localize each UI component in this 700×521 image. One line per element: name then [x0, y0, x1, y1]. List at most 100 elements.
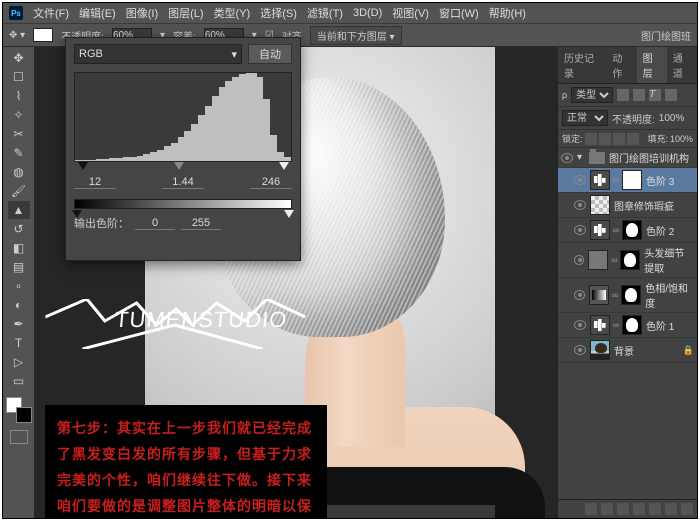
brush-tool-icon[interactable]: 🖌	[8, 182, 30, 200]
levels-panel[interactable]: RGB▾ 自动 输出色阶：	[65, 37, 301, 261]
wand-tool-icon[interactable]: ✧	[8, 106, 30, 124]
menu-edit[interactable]: 编辑(E)	[79, 5, 116, 21]
gamma-slider[interactable]	[174, 162, 184, 170]
layer-name[interactable]: 头发细节提取	[644, 245, 694, 275]
layer-row[interactable]: ∞ 色阶 2	[558, 218, 697, 243]
output-black-field[interactable]	[135, 217, 175, 230]
tab-channels[interactable]: 通道	[667, 47, 697, 83]
layer-name[interactable]: 色阶 1	[646, 318, 674, 333]
link-icon[interactable]: ∞	[612, 320, 620, 330]
link-icon[interactable]: ∞	[611, 290, 619, 300]
output-black-slider[interactable]	[72, 210, 82, 218]
tab-actions[interactable]: 动作	[606, 47, 636, 83]
fill-value[interactable]: 100%	[670, 134, 693, 144]
menu-type[interactable]: 类型(Y)	[214, 5, 251, 21]
eraser-tool-icon[interactable]: ◧	[8, 239, 30, 257]
menu-view[interactable]: 视图(V)	[392, 5, 429, 21]
layer-row[interactable]: 背景 🔒	[558, 338, 697, 363]
tab-history[interactable]: 历史记录	[558, 47, 606, 83]
visibility-icon[interactable]	[574, 255, 584, 265]
quickmask-icon[interactable]	[10, 430, 28, 444]
shape-tool-icon[interactable]: ▭	[8, 372, 30, 390]
tab-layers[interactable]: 图层	[637, 47, 667, 83]
blend-mode-select[interactable]: 正常	[562, 110, 608, 126]
layer-thumb[interactable]	[590, 340, 610, 360]
menu-3d[interactable]: 3D(D)	[353, 7, 382, 19]
marquee-tool-icon[interactable]: ☐	[8, 68, 30, 86]
link-layers-icon[interactable]	[585, 503, 597, 515]
white-point-slider[interactable]	[279, 162, 289, 170]
gradient-tool-icon[interactable]: ▤	[8, 258, 30, 276]
layer-name[interactable]: 图章修饰瑕疵	[614, 198, 674, 213]
input-white-field[interactable]	[250, 176, 292, 189]
layer-group[interactable]: ▾ 图门绘图培训机构	[558, 148, 697, 168]
adjustment-thumb-icon[interactable]	[590, 170, 610, 190]
layer-name[interactable]: 色阶 3	[646, 173, 674, 188]
group-name[interactable]: 图门绘图培训机构	[609, 150, 689, 165]
menu-filter[interactable]: 滤镜(T)	[307, 5, 343, 21]
visibility-icon[interactable]	[574, 200, 586, 210]
visibility-icon[interactable]	[574, 320, 586, 330]
lock-all-icon[interactable]	[627, 133, 639, 145]
layer-thumb[interactable]	[590, 195, 610, 215]
channel-select[interactable]: RGB▾	[74, 44, 242, 64]
mask-thumb[interactable]	[622, 170, 642, 190]
tool-preset-icon[interactable]: ✥ ▾	[9, 30, 25, 41]
filter-pixel-icon[interactable]	[617, 89, 629, 101]
group-icon[interactable]	[649, 503, 661, 515]
layer-row[interactable]: ∞ 色阶 3	[558, 168, 697, 193]
menu-file[interactable]: 文件(F)	[33, 5, 69, 21]
layer-thumb[interactable]	[588, 250, 608, 270]
mask-thumb[interactable]	[620, 250, 640, 270]
lasso-tool-icon[interactable]: ⌇	[8, 87, 30, 105]
layer-row[interactable]: ∞ 色相/饱和度	[558, 278, 697, 313]
layer-filter-kind[interactable]: 类型	[571, 87, 613, 103]
adjustment-thumb-icon[interactable]	[589, 285, 609, 305]
move-tool-icon[interactable]: ✥	[8, 49, 30, 67]
filter-adj-icon[interactable]	[633, 89, 645, 101]
link-icon[interactable]: ∞	[612, 225, 620, 235]
menu-layer[interactable]: 图层(L)	[168, 5, 203, 21]
workspace-label[interactable]: 图门绘图班	[641, 28, 691, 43]
adjustment-thumb-icon[interactable]	[590, 315, 610, 335]
new-layer-icon[interactable]	[665, 503, 677, 515]
filter-type-icon[interactable]: T	[649, 89, 661, 101]
background-color[interactable]	[16, 407, 32, 423]
mask-thumb[interactable]	[622, 315, 642, 335]
layer-row[interactable]: ∞ 头发细节提取	[558, 243, 697, 278]
adjustment-icon[interactable]	[633, 503, 645, 515]
lock-trans-icon[interactable]	[585, 133, 597, 145]
lock-pos-icon[interactable]	[613, 133, 625, 145]
mask-thumb[interactable]	[622, 220, 642, 240]
lock-pixel-icon[interactable]	[599, 133, 611, 145]
crop-tool-icon[interactable]: ✂	[8, 125, 30, 143]
menu-select[interactable]: 选择(S)	[260, 5, 297, 21]
layer-name[interactable]: 背景	[614, 343, 634, 358]
filter-shape-icon[interactable]	[665, 89, 677, 101]
heal-tool-icon[interactable]: ◍	[8, 163, 30, 181]
stamp-tool-icon[interactable]: ▲	[8, 201, 30, 219]
eyedropper-tool-icon[interactable]: ✎	[8, 144, 30, 162]
layer-opacity-value[interactable]: 100%	[659, 113, 685, 124]
menu-image[interactable]: 图像(I)	[126, 5, 158, 21]
visibility-icon[interactable]	[574, 345, 586, 355]
dodge-tool-icon[interactable]: ◐	[8, 296, 30, 314]
link-icon[interactable]: ∞	[612, 175, 620, 185]
layer-name[interactable]: 色阶 2	[646, 223, 674, 238]
mask-icon[interactable]	[617, 503, 629, 515]
visibility-icon[interactable]	[574, 175, 586, 185]
input-black-field[interactable]	[74, 176, 116, 189]
black-point-slider[interactable]	[78, 162, 88, 170]
color-swatches[interactable]	[6, 397, 32, 423]
link-icon[interactable]: ∞	[610, 255, 618, 265]
layer-row[interactable]: ∞ 色阶 1	[558, 313, 697, 338]
output-white-field[interactable]	[181, 217, 221, 230]
path-tool-icon[interactable]: ▷	[8, 353, 30, 371]
type-tool-icon[interactable]: T	[8, 334, 30, 352]
visibility-icon[interactable]	[561, 153, 573, 163]
history-brush-icon[interactable]: ↺	[8, 220, 30, 238]
visibility-icon[interactable]	[574, 225, 586, 235]
fx-icon[interactable]	[601, 503, 613, 515]
visibility-icon[interactable]	[574, 290, 585, 300]
mask-thumb[interactable]	[621, 285, 641, 305]
